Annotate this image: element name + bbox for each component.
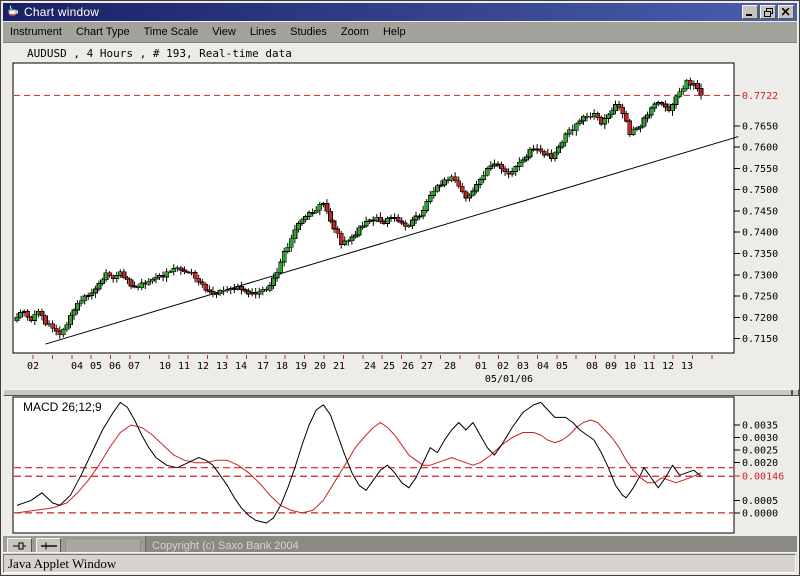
- svg-text:14: 14: [235, 361, 247, 372]
- svg-text:04: 04: [71, 361, 83, 372]
- current-price-label: 0.7722: [742, 91, 778, 102]
- svg-text:03: 03: [517, 361, 529, 372]
- svg-text:10: 10: [159, 361, 171, 372]
- svg-text:0.0030: 0.0030: [742, 433, 778, 444]
- status-field: Java Applet Window: [3, 554, 796, 573]
- time-axis[interactable]: 02 04 05 06 07 10 11 12 13 14 17 18 19 20 21 24 25 26 27 28…: [27, 355, 713, 385]
- menu-item-help[interactable]: Help: [376, 23, 413, 41]
- svg-text:18: 18: [276, 361, 288, 372]
- svg-text:11: 11: [178, 361, 190, 372]
- scrollbar-notch: [791, 390, 793, 395]
- svg-text:0.0025: 0.0025: [742, 446, 778, 457]
- menu-item-chart-type[interactable]: Chart Type: [69, 23, 137, 41]
- svg-text:0.7400: 0.7400: [742, 228, 778, 239]
- chart-window: Chart window Instrument Chart Type Time Sc…: [0, 0, 800, 576]
- svg-text:17: 17: [257, 361, 269, 372]
- price-axis[interactable]: 0.7650 0.7600 0.7550 0.7500 0.7450 0.7400 0.73…: [734, 91, 778, 345]
- svg-text:01: 01: [475, 361, 487, 372]
- svg-text:0.0020: 0.0020: [742, 458, 778, 469]
- restore-button[interactable]: [760, 5, 776, 19]
- status-bar: Java Applet Window: [3, 552, 797, 573]
- svg-text:13: 13: [681, 361, 693, 372]
- svg-text:13: 13: [216, 361, 228, 372]
- menu-item-zoom[interactable]: Zoom: [334, 23, 376, 41]
- pin-tool-button[interactable]: [7, 538, 32, 553]
- svg-text:0.7350: 0.7350: [742, 249, 778, 260]
- svg-text:25: 25: [383, 361, 395, 372]
- chart-content: AUDUSD , 4 Hours , # 193, Real-time data…: [3, 43, 799, 534]
- svg-text:0.7600: 0.7600: [742, 143, 778, 154]
- svg-text:02: 02: [497, 361, 509, 372]
- menu-item-lines[interactable]: Lines: [243, 23, 283, 41]
- menu-item-view[interactable]: View: [205, 23, 243, 41]
- svg-text:12: 12: [662, 361, 674, 372]
- svg-text:0.7500: 0.7500: [742, 185, 778, 196]
- svg-text:07: 07: [128, 361, 140, 372]
- svg-text:26: 26: [402, 361, 414, 372]
- svg-text:0.0035: 0.0035: [742, 420, 778, 431]
- month-label: 05/01/06: [485, 374, 533, 385]
- menu-item-instrument[interactable]: Instrument: [3, 23, 69, 41]
- svg-text:0.7300: 0.7300: [742, 270, 778, 281]
- svg-text:02: 02: [27, 361, 39, 372]
- svg-text:10: 10: [624, 361, 636, 372]
- svg-text:0.0000: 0.0000: [742, 508, 778, 519]
- svg-text:04: 04: [537, 361, 549, 372]
- svg-text:12: 12: [197, 361, 209, 372]
- svg-text:0.7250: 0.7250: [742, 292, 778, 303]
- svg-text:21: 21: [333, 361, 345, 372]
- svg-text:05: 05: [556, 361, 568, 372]
- toolbar-spacer: [65, 538, 141, 553]
- svg-text:20: 20: [314, 361, 326, 372]
- svg-text:0.7150: 0.7150: [742, 334, 778, 345]
- svg-text:0.0005: 0.0005: [742, 496, 778, 507]
- svg-text:09: 09: [605, 361, 617, 372]
- horizontal-line-tool-button[interactable]: [36, 538, 61, 553]
- macd-title: MACD 26;12;9: [23, 400, 102, 414]
- time-scrollbar[interactable]: [3, 389, 799, 396]
- svg-text:0.7200: 0.7200: [742, 313, 778, 324]
- copyright-text: Copyright (c) Saxo Bank 2004: [152, 539, 299, 552]
- main-plot[interactable]: [12, 62, 735, 354]
- svg-text:0.7450: 0.7450: [742, 206, 778, 217]
- macd-current-label: 0.00146: [742, 472, 784, 483]
- svg-text:05: 05: [90, 361, 102, 372]
- window-title: Chart window: [24, 5, 100, 19]
- svg-text:08: 08: [586, 361, 598, 372]
- minimize-button[interactable]: [742, 5, 758, 19]
- menu-item-studies[interactable]: Studies: [283, 23, 334, 41]
- svg-text:0.7650: 0.7650: [742, 121, 778, 132]
- java-icon: [6, 4, 19, 20]
- charts-canvas: 0.7650 0.7600 0.7550 0.7500 0.7450 0.7400 0.73…: [12, 62, 784, 534]
- title-bar[interactable]: Chart window: [3, 3, 797, 21]
- svg-text:27: 27: [421, 361, 433, 372]
- menu-bar: Instrument Chart Type Time Scale View Lines S…: [3, 22, 797, 43]
- svg-text:06: 06: [109, 361, 121, 372]
- svg-text:19: 19: [295, 361, 307, 372]
- close-button[interactable]: [778, 5, 794, 19]
- menu-item-time-scale[interactable]: Time Scale: [137, 23, 206, 41]
- svg-text:28: 28: [444, 361, 456, 372]
- svg-text:0.7550: 0.7550: [742, 164, 778, 175]
- macd-axis[interactable]: 0.0035 0.0030 0.00250.0020 0.00050.0000 0.00…: [734, 420, 784, 519]
- svg-text:11: 11: [643, 361, 655, 372]
- status-text: Java Applet Window: [8, 555, 117, 571]
- svg-text:24: 24: [364, 361, 376, 372]
